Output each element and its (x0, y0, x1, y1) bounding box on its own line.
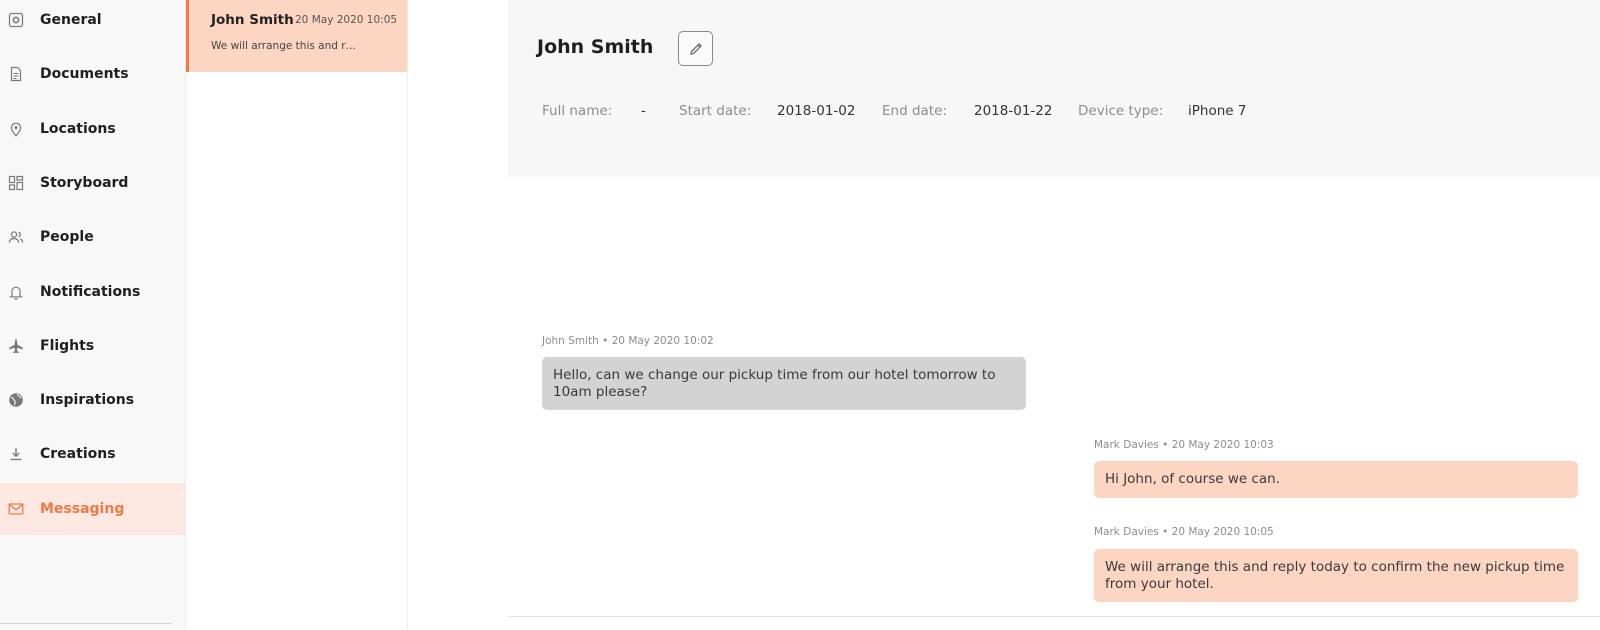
sidebar-item-label: Notifications (40, 284, 141, 300)
sidebar-item-storyboard[interactable]: Storyboard (0, 157, 185, 209)
sidebar-item-creations[interactable]: Creations (0, 428, 185, 480)
full-name-label: Full name: (542, 103, 613, 119)
conversation-header: John Smith Full name: - Start date: 2018… (508, 0, 1600, 177)
bell-icon (8, 284, 24, 300)
device-type-label: Device type: (1078, 103, 1164, 119)
download-icon (8, 446, 24, 462)
conversation-timestamp: 20 May 2020 10:05 (295, 14, 398, 26)
sidebar-item-label: Locations (40, 121, 116, 137)
thread-bottom-divider (508, 616, 1600, 617)
sidebar-item-label: People (40, 229, 94, 245)
sidebar-item-general[interactable]: General (0, 0, 185, 46)
sidebar-item-label: Storyboard (40, 175, 129, 191)
sidebar-item-notifications[interactable]: Notifications (0, 266, 185, 318)
conversation-name: John Smith (211, 12, 294, 28)
sidebar-item-label: Documents (40, 66, 129, 82)
sidebar-item-label: General (40, 12, 102, 28)
message-meta: Mark Davies • 20 May 2020 10:03 (1094, 439, 1274, 451)
message-bubble-incoming: Hello, can we change our pickup time fro… (542, 357, 1026, 410)
message-meta: John Smith • 20 May 2020 10:02 (542, 335, 714, 347)
message-meta: Mark Davies • 20 May 2020 10:05 (1094, 526, 1274, 538)
conversation-preview: We will arrange this and re... (211, 40, 361, 52)
sidebar-item-label: Inspirations (40, 392, 135, 408)
sidebar-item-label: Creations (40, 446, 116, 462)
dashboard-grid-icon (8, 175, 24, 191)
sidebar-item-label: Messaging (40, 501, 125, 517)
location-pin-icon (8, 121, 24, 137)
full-name-value: - (641, 103, 646, 119)
sidebar-item-inspirations[interactable]: Inspirations (0, 374, 185, 426)
edit-button[interactable] (678, 31, 713, 66)
sidebar-item-flights[interactable]: Flights (0, 320, 185, 372)
globe-icon (8, 392, 24, 408)
sidebar-item-locations[interactable]: Locations (0, 103, 185, 155)
sidebar-item-documents[interactable]: Documents (0, 48, 185, 100)
people-icon (8, 229, 24, 245)
start-date-value: 2018-01-02 (777, 103, 856, 119)
envelope-icon (8, 501, 24, 517)
airplane-icon (8, 338, 24, 354)
end-date-label: End date: (882, 103, 947, 119)
sidebar-item-messaging[interactable]: Messaging (0, 483, 185, 535)
page-title: John Smith (537, 36, 654, 58)
end-date-value: 2018-01-22 (974, 103, 1053, 119)
sidebar-item-people[interactable]: People (0, 211, 185, 263)
gear-icon (8, 12, 24, 28)
start-date-label: Start date: (679, 103, 752, 119)
device-type-value: iPhone 7 (1188, 103, 1247, 119)
document-icon (8, 66, 24, 82)
conversation-item[interactable]: John Smith 20 May 2020 10:05 We will arr… (186, 0, 407, 72)
conversation-list: John Smith 20 May 2020 10:05 We will arr… (186, 0, 408, 630)
message-bubble-outgoing: We will arrange this and reply today to … (1094, 549, 1578, 602)
sidebar-item-label: Flights (40, 338, 95, 354)
pencil-icon (688, 41, 704, 57)
sidebar: General Documents Locations Storyboard P… (0, 0, 186, 630)
sidebar-divider (0, 623, 171, 624)
message-bubble-outgoing: Hi John, of course we can. (1094, 461, 1578, 498)
